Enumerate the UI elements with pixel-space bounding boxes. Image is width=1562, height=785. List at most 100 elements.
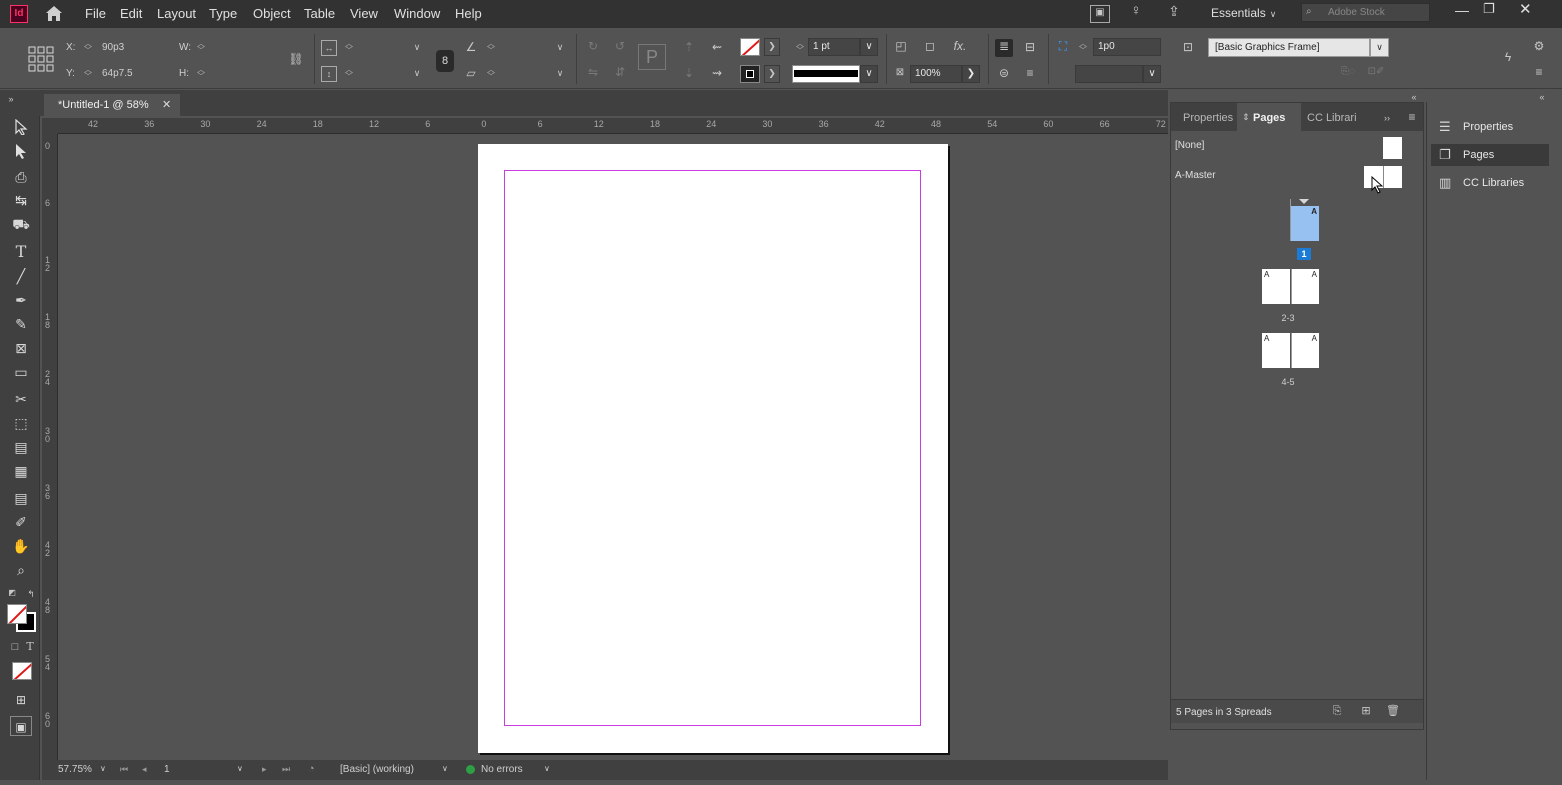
dock-item-cc-libraries[interactable]: ▥ CC Libraries	[1431, 172, 1549, 194]
lightbulb-icon[interactable]: ♀	[1127, 3, 1145, 18]
flip-vertical-icon[interactable]: ⇵	[612, 65, 628, 79]
page-thumbnail-1[interactable]: A	[1290, 206, 1319, 241]
flip-horizontal-icon[interactable]: ⇋	[585, 65, 601, 79]
new-page-icon[interactable]: ⊞	[1359, 704, 1373, 718]
scale-y-stepper[interactable]: ︿ ﹀	[345, 66, 353, 81]
fitting-dropdown-chevron[interactable]: ∨	[1143, 65, 1161, 83]
master-a[interactable]: A-Master	[1175, 170, 1216, 181]
drop-shadow-icon[interactable]: ◰	[893, 39, 909, 53]
x-field[interactable]: 90p3	[102, 42, 124, 53]
stroke-type-dropdown[interactable]	[792, 65, 860, 83]
break-link-icon[interactable]: ⊡✐	[1366, 65, 1386, 79]
content-collector-icon[interactable]: ⛟	[10, 214, 32, 234]
menu-type[interactable]: Type	[209, 6, 237, 21]
fitting-field[interactable]: 1p0	[1093, 38, 1161, 56]
workspace-switcher[interactable]: Essentials	[1211, 6, 1266, 20]
menu-window[interactable]: Window	[394, 6, 440, 21]
tab-cc-libraries[interactable]: CC Librari	[1307, 112, 1357, 124]
scale-x-icon[interactable]: ↔	[321, 40, 337, 56]
vertical-ruler[interactable]: 0 6 1 2 1 8 2 4 3 0 3 6 4 2 4 8 5 4 6 0	[42, 134, 58, 760]
fill-swatch[interactable]	[740, 38, 760, 56]
rectangle-frame-tool-icon[interactable]: ⊠	[10, 338, 32, 358]
restore-window-button[interactable]: ❐	[1483, 1, 1495, 17]
text-wrap-bbox-icon[interactable]: ⊟	[1022, 40, 1038, 54]
chevron-down-icon[interactable]: ∨	[442, 764, 448, 773]
home-icon[interactable]	[44, 4, 64, 22]
opacity-field[interactable]: 100%	[910, 65, 962, 83]
chevron-down-icon[interactable]: ∨	[411, 40, 423, 54]
chevron-down-icon[interactable]: ∨	[554, 40, 566, 54]
collapse-dock-icon[interactable]: »	[4, 92, 18, 106]
page-thumbnail-3[interactable]: A	[1291, 269, 1319, 304]
collapse-dock-icon[interactable]: «	[1535, 90, 1549, 104]
rotate-angle-icon[interactable]: ∠	[464, 40, 478, 54]
stroke-type-chevron[interactable]: ∨	[860, 65, 878, 83]
select-next-icon[interactable]: ⇝	[708, 66, 726, 80]
share-icon[interactable]: ⇪	[1164, 4, 1184, 18]
first-page-icon[interactable]: ⏮	[120, 764, 128, 775]
chevron-down-icon[interactable]: ∨	[411, 66, 423, 80]
menu-edit[interactable]: Edit	[120, 6, 142, 21]
text-wrap-none-icon[interactable]: ≣	[995, 39, 1013, 57]
gap-tool-icon[interactable]: ↹	[10, 190, 32, 210]
next-page-icon[interactable]: ▸	[262, 764, 267, 775]
preview-mode-icon[interactable]: ▣	[10, 716, 32, 736]
dock-item-pages[interactable]: ❐ Pages	[1431, 144, 1549, 166]
stroke-align-icon[interactable]: ◻	[922, 39, 938, 53]
rectangle-tool-icon[interactable]: ▭	[10, 362, 32, 382]
menu-view[interactable]: View	[350, 6, 378, 21]
document-tab[interactable]: *Untitled-1 @ 58% ✕	[44, 94, 180, 116]
line-tool-icon[interactable]: ╱	[10, 266, 32, 286]
stroke-menu-button[interactable]: ❯	[764, 65, 780, 83]
chevron-down-icon[interactable]: ∨	[554, 66, 566, 80]
constrain-scale-icon[interactable]: 8	[436, 50, 454, 72]
quick-apply-icon[interactable]: ϟ	[1500, 50, 1516, 64]
type-tool-icon[interactable]: T	[10, 242, 32, 262]
menu-file[interactable]: File	[85, 6, 106, 21]
ruler-origin[interactable]	[42, 118, 58, 134]
tab-pages[interactable]: ⇕ Pages	[1237, 103, 1301, 131]
panel-menu-icon[interactable]: ≡	[1405, 110, 1419, 124]
master-a-right-thumbnail[interactable]	[1383, 166, 1402, 188]
menu-layout[interactable]: Layout	[157, 6, 196, 21]
formatting-container-icon[interactable]: □	[9, 640, 21, 654]
text-wrap-shape-icon[interactable]: ⊜	[995, 66, 1013, 80]
master-none-thumbnail[interactable]	[1383, 137, 1402, 159]
preflight-errors[interactable]: No errors	[481, 764, 523, 775]
publish-online-icon[interactable]: ▣	[1090, 5, 1110, 23]
menu-table[interactable]: Table	[304, 6, 335, 21]
close-tab-icon[interactable]: ✕	[162, 98, 171, 111]
preflight-open-icon[interactable]: ◔	[308, 763, 315, 775]
hand-tool-icon[interactable]: ✋	[10, 536, 32, 556]
x-stepper[interactable]: ︿ ﹀	[84, 40, 92, 55]
selection-tool-icon[interactable]	[10, 118, 32, 139]
page-thumbnail-2[interactable]: A	[1262, 269, 1290, 304]
scale-y-icon[interactable]: ↕	[321, 66, 337, 82]
pen-tool-icon[interactable]: ✒	[10, 290, 32, 310]
text-wrap-jump-icon[interactable]: ≡	[1022, 66, 1038, 80]
last-page-icon[interactable]: ⏭	[282, 764, 290, 775]
menu-object[interactable]: Object	[253, 6, 291, 21]
master-none[interactable]: [None]	[1175, 140, 1204, 151]
select-container-icon[interactable]: ⇡	[681, 40, 697, 54]
y-field[interactable]: 64p7.5	[102, 68, 133, 79]
clear-overrides-icon[interactable]: ⎘◌	[1338, 65, 1358, 79]
auto-fit-icon[interactable]: ⛶	[1055, 39, 1071, 53]
select-content-icon[interactable]: ⇣	[681, 66, 697, 80]
select-previous-icon[interactable]: ⇜	[708, 40, 726, 54]
zoom-tool-icon[interactable]: ⌕	[10, 560, 32, 580]
page-thumbnail-5[interactable]: A	[1291, 333, 1319, 368]
expand-panel-icon[interactable]: ››	[1381, 111, 1393, 125]
menu-help[interactable]: Help	[455, 6, 482, 21]
effects-icon[interactable]: fx.	[950, 39, 970, 53]
rotate-stepper[interactable]: ︿ ﹀	[487, 40, 495, 55]
note-tool-icon[interactable]: ▤	[10, 488, 32, 508]
tab-properties[interactable]: Properties	[1183, 112, 1233, 124]
page-thumbnail-4[interactable]: A	[1262, 333, 1290, 368]
apply-none-icon[interactable]	[12, 662, 32, 680]
stroke-weight-dropdown[interactable]: ∨	[860, 38, 878, 56]
chevron-down-icon[interactable]: ∨	[1268, 7, 1278, 21]
fitting-stepper[interactable]: ︿ ﹀	[1079, 40, 1087, 55]
y-stepper[interactable]: ︿ ﹀	[84, 66, 92, 81]
stroke-weight-stepper[interactable]: ︿ ﹀	[796, 40, 804, 55]
